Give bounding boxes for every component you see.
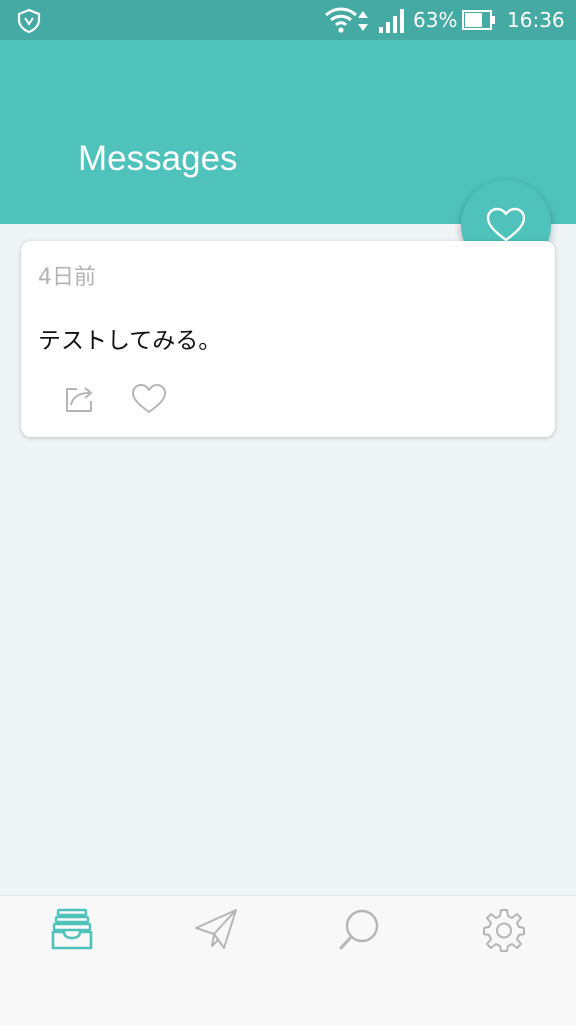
paper-plane-icon [195,909,237,949]
nav-send[interactable] [192,906,240,954]
search-icon [339,909,379,950]
nav-settings[interactable] [480,906,528,954]
signal-icon [379,9,404,33]
share-icon[interactable] [63,383,97,415]
inbox-icon [51,908,93,950]
bottom-navigation [0,895,576,1025]
message-text: テストしてみる。 [38,328,222,354]
gear-icon [483,909,525,952]
heart-icon [486,207,526,242]
status-time: 16:36 [507,8,565,32]
shield-icon [17,8,41,34]
message-time-ago: 4日前 [38,265,96,290]
nav-inbox[interactable] [48,906,96,954]
data-arrows-icon [358,11,368,31]
heart-icon[interactable] [131,383,167,415]
page-title: Messages [78,139,238,178]
status-bar: 63% 16:36 [0,0,576,40]
message-card[interactable]: 4日前 テストしてみる。 [21,241,555,437]
battery-percent: 63% [413,8,458,32]
wifi-icon [325,7,357,33]
battery-icon [462,10,495,30]
nav-search[interactable] [336,906,384,954]
